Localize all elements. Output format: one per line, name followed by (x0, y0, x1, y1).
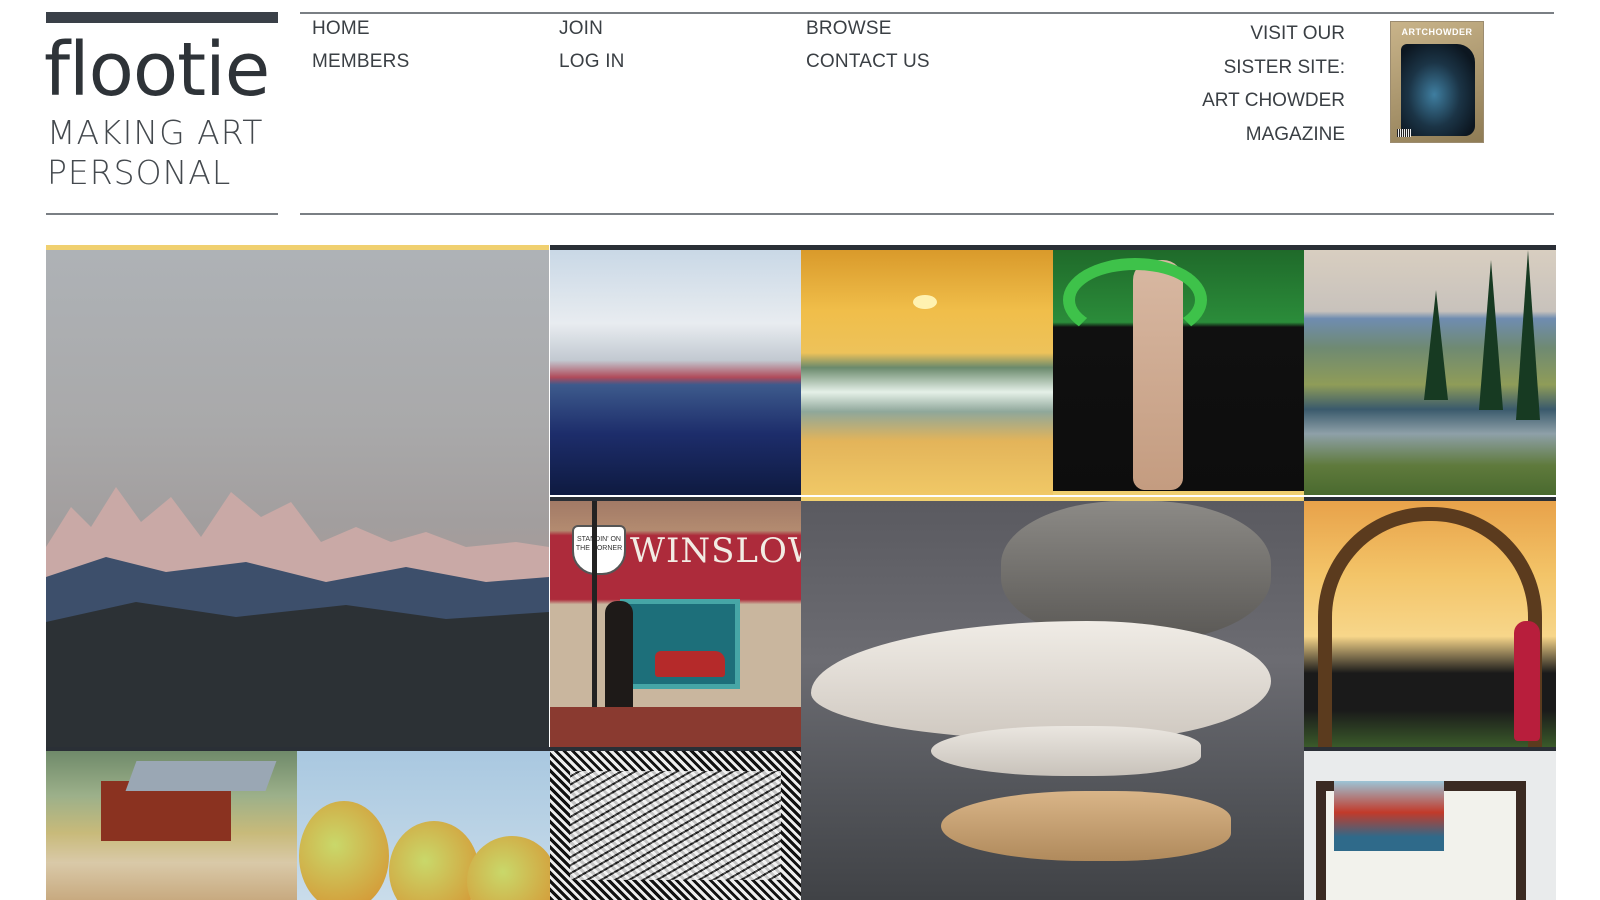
gallery-tile-sunset-arch[interactable] (1304, 497, 1556, 747)
nav-home-link[interactable]: HOME (312, 18, 370, 40)
winslow-sign: WINSLOW (630, 531, 801, 571)
magazine-cover-title: ARTCHOWDER (1401, 27, 1473, 37)
nav-join-link[interactable]: JOIN (559, 18, 603, 40)
pattern-inner (570, 771, 781, 880)
nav-login-link[interactable]: LOG IN (559, 51, 625, 73)
gallery-tile-carved-fish[interactable] (801, 497, 1304, 900)
magazine-cover-art (1401, 44, 1475, 136)
tree-shape (1424, 290, 1448, 400)
gallery-tile-ocean-sunset[interactable] (801, 245, 1053, 495)
watercolor-painting (1334, 781, 1444, 851)
sister-site-link[interactable]: VISIT OUR SISTER SITE: ART CHOWDER MAGAZ… (1202, 17, 1345, 151)
sister-line-4: MAGAZINE (1245, 123, 1345, 145)
nav-bottom-divider (300, 213, 1554, 215)
snake-shape (1063, 258, 1207, 342)
arch-frame (1318, 507, 1542, 747)
gallery-tile-mountain-landscape[interactable] (46, 245, 549, 747)
sister-line-1: VISIT OUR (1250, 23, 1345, 44)
gallery-tile-figure-with-snake[interactable] (1053, 245, 1304, 495)
pear-shape (299, 801, 389, 900)
nav-browse-link[interactable]: BROWSE (806, 18, 892, 40)
tagline-line-1: MAKING ART (47, 113, 264, 152)
white-fish-carving (811, 621, 1271, 741)
gallery-tile-city-skyline-harbor[interactable] (550, 245, 801, 495)
magazine-cover-image[interactable]: ARTCHOWDER (1390, 21, 1484, 143)
sun-shape (913, 295, 937, 309)
sister-line-3: ART CHOWDER (1202, 90, 1345, 111)
rock-shape (1001, 501, 1271, 641)
nav-members-link[interactable]: MEMBERS (312, 51, 409, 73)
mountain-range-shape (46, 487, 549, 747)
tagline-line-2: PERSONAL (47, 153, 232, 192)
route-shield-sign: STANDIN' ON THE CORNER (572, 525, 626, 575)
nav-top-divider (300, 12, 1554, 14)
magazine-barcode (1397, 129, 1411, 137)
wooden-fish-carving (941, 791, 1231, 861)
logo-top-bar (46, 12, 278, 23)
pear-shape (389, 821, 479, 900)
nav-contact-link[interactable]: CONTACT US (806, 51, 930, 73)
site-logo[interactable]: flootie (44, 30, 270, 110)
sidewalk (550, 707, 801, 747)
woman-in-sari-figure (1514, 621, 1540, 741)
tree-shape (1479, 260, 1503, 410)
site-tagline: MAKING ART PERSONAL (47, 113, 263, 193)
gallery-tile-forest-river[interactable] (1304, 245, 1556, 495)
pear-shape (467, 836, 550, 900)
street-pole (592, 501, 597, 741)
red-truck-shape (655, 651, 725, 677)
barn-roof-shape (125, 761, 277, 791)
gallery-tile-framed-watercolor[interactable] (1304, 747, 1556, 900)
gallery-tile-pattern-drawing[interactable] (550, 747, 801, 900)
logo-divider (46, 213, 278, 215)
gallery-tile-pears[interactable] (297, 747, 550, 900)
art-gallery-grid: WINSLOW STANDIN' ON THE CORNER (46, 245, 1556, 900)
gallery-tile-winslow-corner[interactable]: WINSLOW STANDIN' ON THE CORNER (550, 497, 801, 747)
small-white-fish-carving (931, 726, 1201, 776)
gallery-tile-barn[interactable] (46, 747, 297, 900)
sister-line-2: SISTER SITE: (1223, 56, 1345, 78)
tree-shape (1516, 250, 1540, 420)
